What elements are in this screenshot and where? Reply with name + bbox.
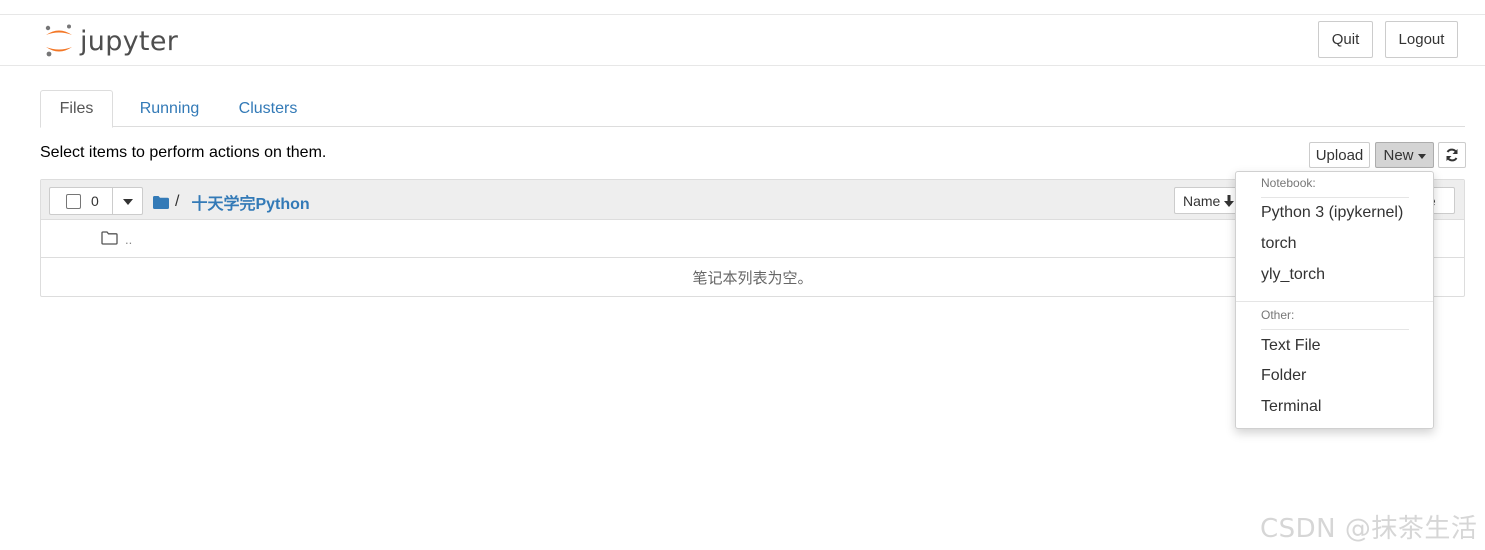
select-all-group: 0 <box>49 187 143 215</box>
sort-by-name-button[interactable]: Name <box>1174 187 1244 214</box>
new-text-file-item[interactable]: Text File <box>1261 337 1321 355</box>
breadcrumb-path-link[interactable]: 十天学完Python <box>191 190 309 214</box>
arrow-down-icon <box>1224 194 1235 207</box>
refresh-icon <box>1446 148 1458 162</box>
watermark: CSDN @抹茶生活 <box>1260 514 1478 544</box>
header: jupyter Quit Logout <box>0 15 1485 66</box>
new-terminal-item[interactable]: Terminal <box>1261 398 1321 416</box>
tab-bar: Files Running Clusters <box>40 90 1465 128</box>
divider <box>112 188 113 214</box>
other-section-header: Other: <box>1261 308 1295 322</box>
menu-divider <box>1236 301 1433 302</box>
upload-button[interactable]: Upload <box>1309 142 1370 168</box>
refresh-button[interactable] <box>1438 142 1466 168</box>
section-rule <box>1261 197 1409 198</box>
new-torch-notebook-item[interactable]: torch <box>1261 235 1297 253</box>
caret-down-icon <box>1417 153 1426 159</box>
new-yly-torch-notebook-item[interactable]: yly_torch <box>1261 266 1325 284</box>
folder-icon[interactable] <box>153 195 169 209</box>
breadcrumb: / 十天学完Python <box>153 190 310 214</box>
new-dropdown-menu: Notebook: Python 3 (ipykernel) torch yly… <box>1235 171 1434 429</box>
section-rule <box>1261 329 1409 330</box>
notebook-section-header: Notebook: <box>1261 176 1316 190</box>
select-all-checkbox[interactable] <box>66 194 81 209</box>
new-button[interactable]: New <box>1375 142 1434 168</box>
new-folder-item[interactable]: Folder <box>1261 367 1306 385</box>
logo-text: jupyter <box>80 25 179 57</box>
breadcrumb-separator: / <box>175 193 180 210</box>
selected-count: 0 <box>91 193 99 209</box>
select-menu-caret-icon[interactable] <box>123 199 133 205</box>
tab-running[interactable]: Running <box>122 90 217 127</box>
sort-name-label: Name <box>1183 192 1221 209</box>
quit-button[interactable]: Quit <box>1318 21 1373 58</box>
parent-directory-link[interactable]: .. <box>125 232 132 247</box>
jupyter-logo[interactable]: jupyter <box>44 21 178 61</box>
folder-outline-icon <box>101 231 118 245</box>
tab-clusters[interactable]: Clusters <box>226 90 310 127</box>
tab-files[interactable]: Files <box>40 90 113 128</box>
jupyter-logo-icon <box>45 24 72 57</box>
new-python3-notebook-item[interactable]: Python 3 (ipykernel) <box>1261 204 1403 222</box>
logout-button[interactable]: Logout <box>1385 21 1458 58</box>
new-button-label: New <box>1383 146 1414 164</box>
selection-hint: Select items to perform actions on them. <box>40 144 327 161</box>
